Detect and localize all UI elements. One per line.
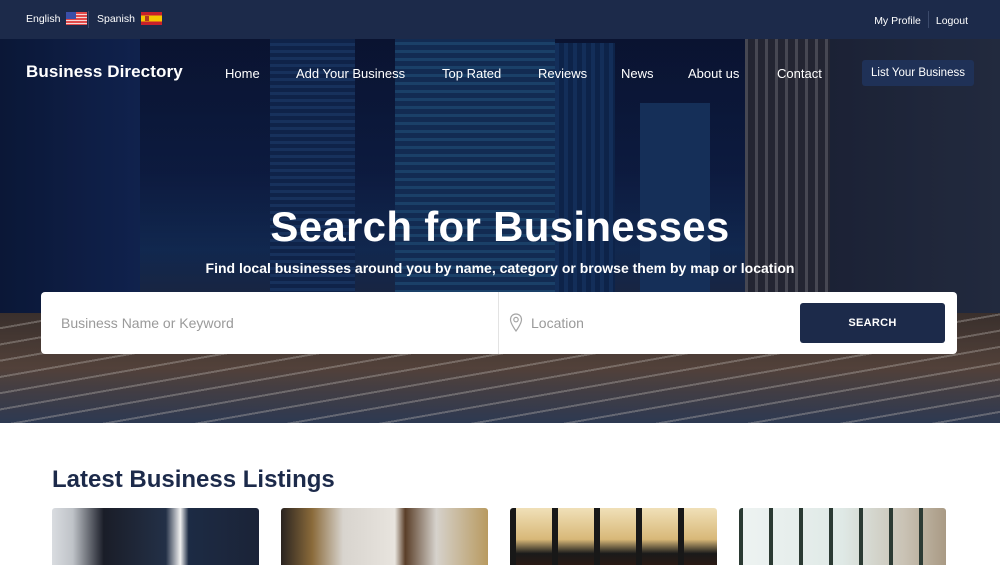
nav-contact[interactable]: Contact (777, 66, 822, 81)
listing-card-image[interactable] (281, 508, 488, 565)
map-pin-icon (509, 313, 523, 333)
nav-add-your-business[interactable]: Add Your Business (296, 66, 405, 81)
search-divider (498, 292, 499, 354)
spain-flag-icon (140, 12, 162, 25)
top-utility-bar: English Spanish My Profile Logout (0, 0, 1000, 39)
language-spanish[interactable]: Spanish (97, 12, 162, 25)
divider (927, 11, 929, 28)
logout-link[interactable]: Logout (936, 15, 968, 27)
site-logo[interactable]: Business Directory (26, 62, 183, 82)
language-english[interactable]: English (26, 12, 88, 25)
location-input[interactable] (531, 292, 791, 354)
account-links: My Profile Logout (874, 11, 968, 29)
latest-listings-title: Latest Business Listings (52, 466, 335, 493)
list-your-business-button[interactable]: List Your Business (862, 60, 974, 86)
nav-top-rated[interactable]: Top Rated (442, 66, 501, 81)
listing-card-image[interactable] (52, 508, 259, 565)
divider (88, 11, 89, 28)
listing-card-image[interactable] (739, 508, 946, 565)
language-label: Spanish (97, 12, 135, 25)
nav-news[interactable]: News (621, 66, 654, 81)
hero-subtitle: Find local businesses around you by name… (205, 260, 795, 276)
listing-card-image[interactable] (510, 508, 717, 565)
my-profile-link[interactable]: My Profile (874, 15, 921, 27)
search-form: SEARCH (41, 292, 957, 354)
search-button[interactable]: SEARCH (800, 303, 945, 343)
nav-reviews[interactable]: Reviews (538, 66, 587, 81)
nav-home[interactable]: Home (225, 66, 260, 81)
language-label: English (26, 12, 61, 25)
keyword-input[interactable] (41, 292, 498, 354)
hero-title: Search for Businesses (270, 203, 730, 250)
nav-about-us[interactable]: About us (688, 66, 739, 81)
us-flag-icon (66, 12, 88, 25)
